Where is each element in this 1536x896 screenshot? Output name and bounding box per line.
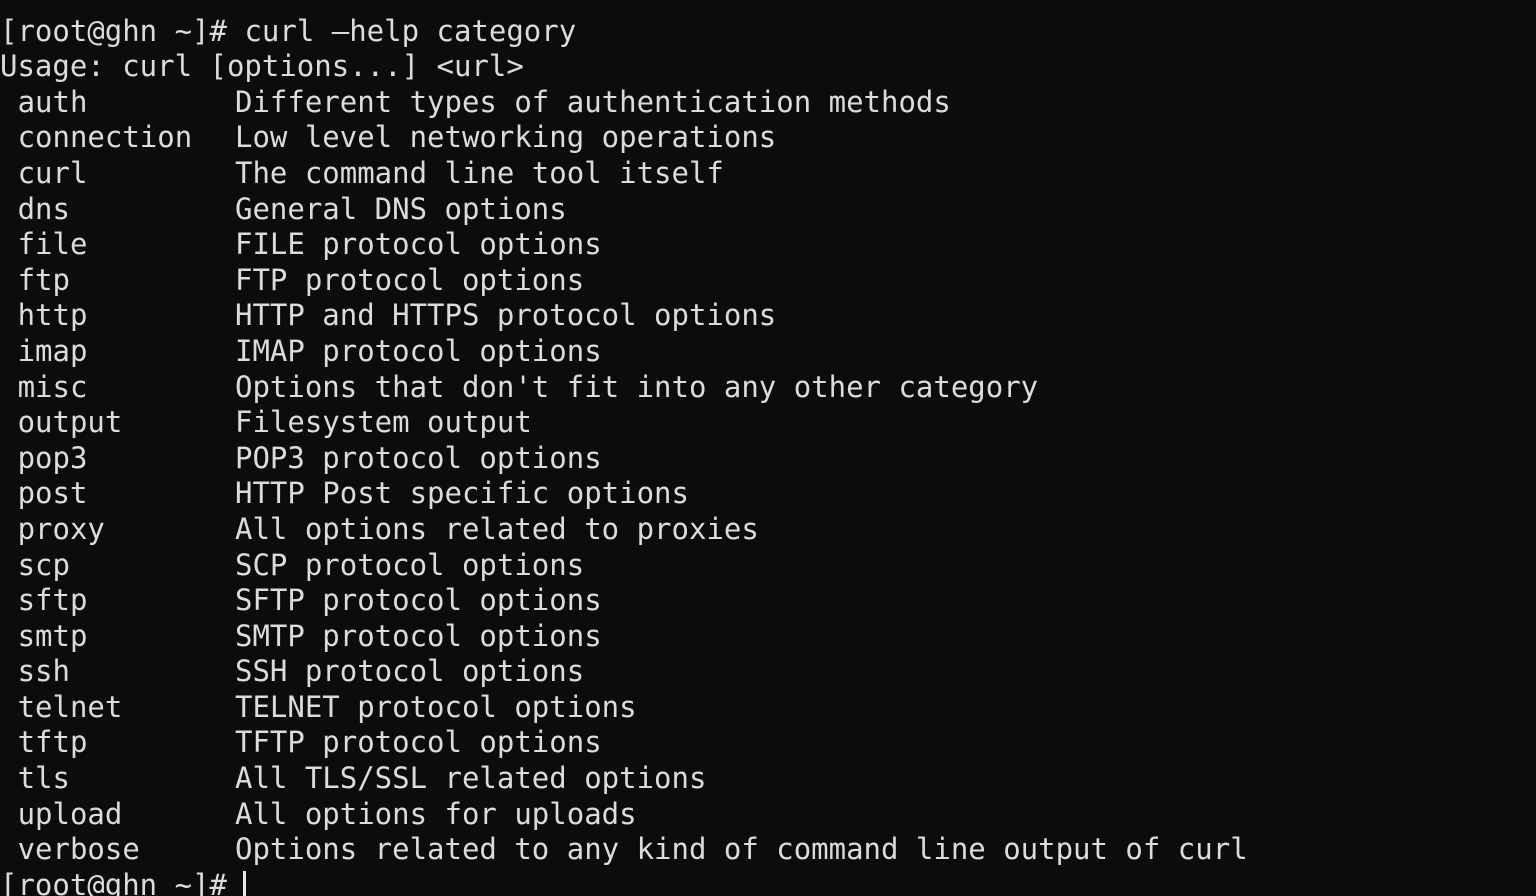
category-description: SFTP protocol options: [235, 583, 602, 618]
shell-prompt: [root@ghn ~]#: [0, 867, 227, 896]
category-row: misc Options that don't fit into any othe…: [0, 370, 1536, 406]
category-name: auth: [17, 84, 88, 119]
category-description: All options related to proxies: [235, 511, 759, 546]
final-prompt-line[interactable]: [root@ghn ~]#: [0, 868, 1536, 896]
category-name: dns: [17, 191, 70, 226]
category-description: SSH protocol options: [235, 654, 585, 689]
category-row: verbose Options related to any kind of co…: [0, 832, 1536, 868]
category-description: SMTP protocol options: [235, 618, 602, 653]
category-description: SCP protocol options: [235, 547, 585, 582]
text-cursor: [242, 870, 246, 896]
category-row: tls All TLS/SSL related options: [0, 761, 1536, 797]
terminal-screen: [root@ghn ~]# curl –help category Usage:…: [0, 0, 1536, 896]
category-row: sftp SFTP protocol options: [0, 583, 1536, 619]
category-name: scp: [17, 547, 70, 582]
category-row: auth Different types of authentication me…: [0, 85, 1536, 121]
category-name: proxy: [17, 511, 105, 546]
category-description: HTTP and HTTPS protocol options: [235, 298, 777, 333]
typed-command: curl –help category: [226, 13, 577, 48]
category-name: output: [17, 405, 123, 440]
category-name: tftp: [17, 725, 88, 760]
category-row: file FILE protocol options: [0, 227, 1536, 263]
category-row: smtp SMTP protocol options: [0, 619, 1536, 655]
category-description: Low level networking operations: [235, 120, 777, 155]
category-row: dns General DNS options: [0, 192, 1536, 228]
category-description: FTP protocol options: [235, 262, 585, 297]
category-description: General DNS options: [235, 191, 567, 226]
category-name: telnet: [17, 689, 123, 724]
command-line: [root@ghn ~]# curl –help category: [0, 14, 1536, 50]
category-description: Options related to any kind of command l…: [235, 832, 1248, 867]
category-name: smtp: [17, 618, 88, 653]
usage-line: Usage: curl [options...] <url>: [0, 49, 524, 84]
category-name: sftp: [17, 583, 88, 618]
category-description: All options for uploads: [235, 796, 637, 831]
category-list: auth Different types of authentication me…: [0, 85, 1536, 868]
category-row: pop3 POP3 protocol options: [0, 441, 1536, 477]
category-row: ftp FTP protocol options: [0, 263, 1536, 299]
terminal-window[interactable]: [root@ghn ~]# curl –help category Usage:…: [0, 0, 1536, 896]
category-description: TELNET protocol options: [235, 689, 637, 724]
category-description: The command line tool itself: [235, 155, 724, 190]
category-row: post HTTP Post specific options: [0, 476, 1536, 512]
category-name: http: [17, 298, 88, 333]
category-name: connection: [17, 120, 193, 155]
category-name: curl: [17, 155, 88, 190]
category-row: imap IMAP protocol options: [0, 334, 1536, 370]
scrollback-partial-line: [0, 0, 1536, 14]
category-description: FILE protocol options: [235, 227, 602, 262]
category-name: upload: [17, 796, 123, 831]
category-row: curl The command line tool itself: [0, 156, 1536, 192]
category-description: HTTP Post specific options: [235, 476, 689, 511]
category-name: ssh: [17, 654, 70, 689]
category-row: connection Low level networking operation…: [0, 120, 1536, 156]
category-row: tftp TFTP protocol options: [0, 725, 1536, 761]
category-row: telnet TELNET protocol options: [0, 690, 1536, 726]
category-description: TFTP protocol options: [235, 725, 602, 760]
category-name: ftp: [17, 262, 70, 297]
category-name: verbose: [17, 832, 140, 867]
category-description: All TLS/SSL related options: [235, 761, 707, 796]
category-description: POP3 protocol options: [235, 440, 602, 475]
category-name: pop3: [17, 440, 88, 475]
category-row: http HTTP and HTTPS protocol options: [0, 298, 1536, 334]
category-row: upload All options for uploads: [0, 797, 1536, 833]
category-row: ssh SSH protocol options: [0, 654, 1536, 690]
category-description: Different types of authentication method…: [235, 84, 951, 119]
category-row: output Filesystem output: [0, 405, 1536, 441]
category-row: scp SCP protocol options: [0, 548, 1536, 584]
category-row: proxy All options related to proxies: [0, 512, 1536, 548]
category-name: post: [17, 476, 88, 511]
category-name: misc: [17, 369, 88, 404]
shell-prompt: [root@ghn ~]#: [0, 13, 227, 48]
category-name: file: [17, 227, 88, 262]
category-description: IMAP protocol options: [235, 333, 602, 368]
category-description: Options that don't fit into any other ca…: [235, 369, 1039, 404]
category-name: imap: [17, 333, 88, 368]
category-name: tls: [17, 761, 70, 796]
category-description: Filesystem output: [235, 405, 532, 440]
